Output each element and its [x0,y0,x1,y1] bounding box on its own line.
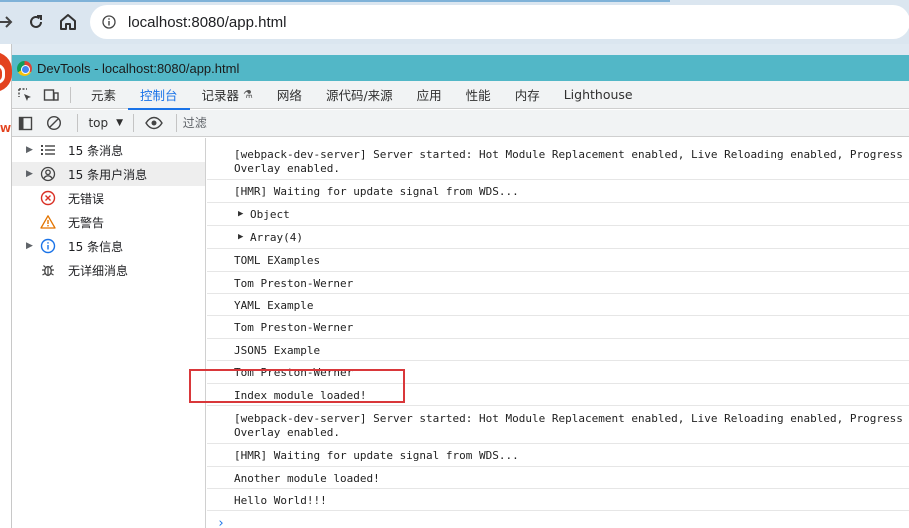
expand-arrow-icon[interactable]: ▶ [26,169,33,179]
expand-arrow-icon[interactable]: ▶ [26,145,33,155]
tab-performance[interactable]: 性能 [454,81,503,109]
sidebar-item-verbose[interactable]: 无详细消息 [12,258,205,282]
console-prompt[interactable]: › [217,516,225,528]
devtools-titlebar: DevTools - localhost:8080/app.html [12,55,909,81]
highlight-annotation [189,369,405,403]
sidebar-item-info[interactable]: ▶ 15 条信息 [12,234,205,258]
reload-icon [30,15,42,28]
console-message[interactable]: Tom Preston-Werner [207,316,909,339]
home-button[interactable] [54,8,82,36]
tab-console[interactable]: 控制台 [128,81,190,110]
toggle-sidebar-button[interactable] [12,110,40,137]
console-message[interactable]: [HMR] Waiting for update signal from WDS… [207,180,909,203]
address-bar[interactable]: localhost:8080/app.html [90,5,909,39]
console-toolbar: top ▼ [12,110,909,137]
sidebar-item-label: 15 条用户消息 [68,167,148,182]
eye-icon [145,116,163,130]
filter-input[interactable] [180,113,909,133]
console-message[interactable]: JSON5 Example [207,339,909,361]
expand-arrow-icon[interactable]: ▶ [26,241,33,251]
sidebar-toggle-icon [19,116,33,130]
console-message[interactable]: Another module loaded! [207,467,909,489]
reload-button[interactable] [22,8,50,36]
page-partial-glyph: W [0,124,12,135]
error-icon [40,190,56,206]
clear-icon [46,115,61,131]
console-message-object[interactable]: ▶ Object [207,203,909,226]
loading-bar [0,0,670,2]
sidebar-item-label: 无警告 [68,215,105,230]
sidebar-item-warnings[interactable]: 无警告 [12,210,205,234]
console-sidebar: ▶ 15 条消息 ▶ 15 条用户消息 无错误 无警告 ▶ 15 条信息 无详细… [12,138,206,528]
console-message[interactable]: [webpack-dev-server] Server started: Hot… [207,406,909,444]
live-expression-button[interactable] [140,110,168,137]
tab-application[interactable]: 应用 [405,81,454,109]
tab-separator [70,86,71,103]
arrow-right-icon [0,16,13,28]
console-message[interactable]: Hello World!!! [207,489,909,511]
tab-memory[interactable]: 内存 [503,81,552,109]
browser-toolbar: localhost:8080/app.html [0,0,909,44]
console-message[interactable]: [webpack-dev-server] Server started: Hot… [207,142,909,180]
home-icon [60,14,76,30]
console-message[interactable]: TOML EXamples [207,249,909,272]
expand-arrow-icon[interactable]: ▶ [238,232,243,242]
devtools-tabbar: 元素 控制台 记录器 ⚗ 网络 源代码/来源 应用 性能 内存 Lighthous… [12,81,909,110]
info-icon [40,238,56,254]
page-content-strip [0,44,12,528]
sidebar-item-messages[interactable]: ▶ 15 条消息 [12,138,205,162]
sidebar-item-label: 无详细消息 [68,263,129,278]
console-message[interactable]: Tom Preston-Werner [207,272,909,294]
site-info-icon[interactable] [102,15,116,29]
context-value: top [88,116,109,130]
warning-icon [40,214,56,230]
console-message[interactable]: [HMR] Waiting for update signal from WDS… [207,444,909,467]
sidebar-item-errors[interactable]: 无错误 [12,186,205,210]
toolbar-separator [175,114,177,132]
inspect-element-button[interactable] [12,81,38,109]
devtools-title: DevTools - localhost:8080/app.html [37,60,240,76]
device-toolbar-button[interactable] [38,81,64,109]
bug-icon [40,262,56,278]
tab-elements[interactable]: 元素 [79,81,128,109]
devtools-window: DevTools - localhost:8080/app.html 元素 控制… [12,55,909,528]
context-selector[interactable]: top ▼ [88,116,123,130]
inspect-icon [18,87,31,101]
forward-button[interactable] [0,8,20,36]
device-icon [43,88,59,101]
tab-network[interactable]: 网络 [265,81,314,109]
toolbar-separator [77,114,79,132]
list-icon [40,142,56,158]
chrome-logo-icon [17,60,32,76]
sidebar-item-label: 无错误 [68,191,105,206]
tab-sources[interactable]: 源代码/来源 [314,81,405,109]
console-output: [webpack-dev-server] Server started: Hot… [207,138,909,528]
sidebar-item-user-messages[interactable]: ▶ 15 条用户消息 [12,162,205,186]
console-message-array[interactable]: ▶ Array(4) [207,226,909,249]
flask-icon: ⚗ [243,88,253,101]
user-icon [40,166,56,182]
console-message[interactable]: YAML Example [207,294,909,316]
url-text: localhost:8080/app.html [128,13,287,31]
toolbar-separator [133,114,135,132]
clear-console-button[interactable] [40,110,68,137]
tab-lighthouse[interactable]: Lighthouse [552,81,645,109]
expand-arrow-icon[interactable]: ▶ [238,209,243,219]
dropdown-arrow-icon: ▼ [116,118,124,128]
sidebar-item-label: 15 条消息 [68,143,124,158]
tab-recorder[interactable]: 记录器 ⚗ [190,81,265,109]
sidebar-item-label: 15 条信息 [68,239,124,254]
